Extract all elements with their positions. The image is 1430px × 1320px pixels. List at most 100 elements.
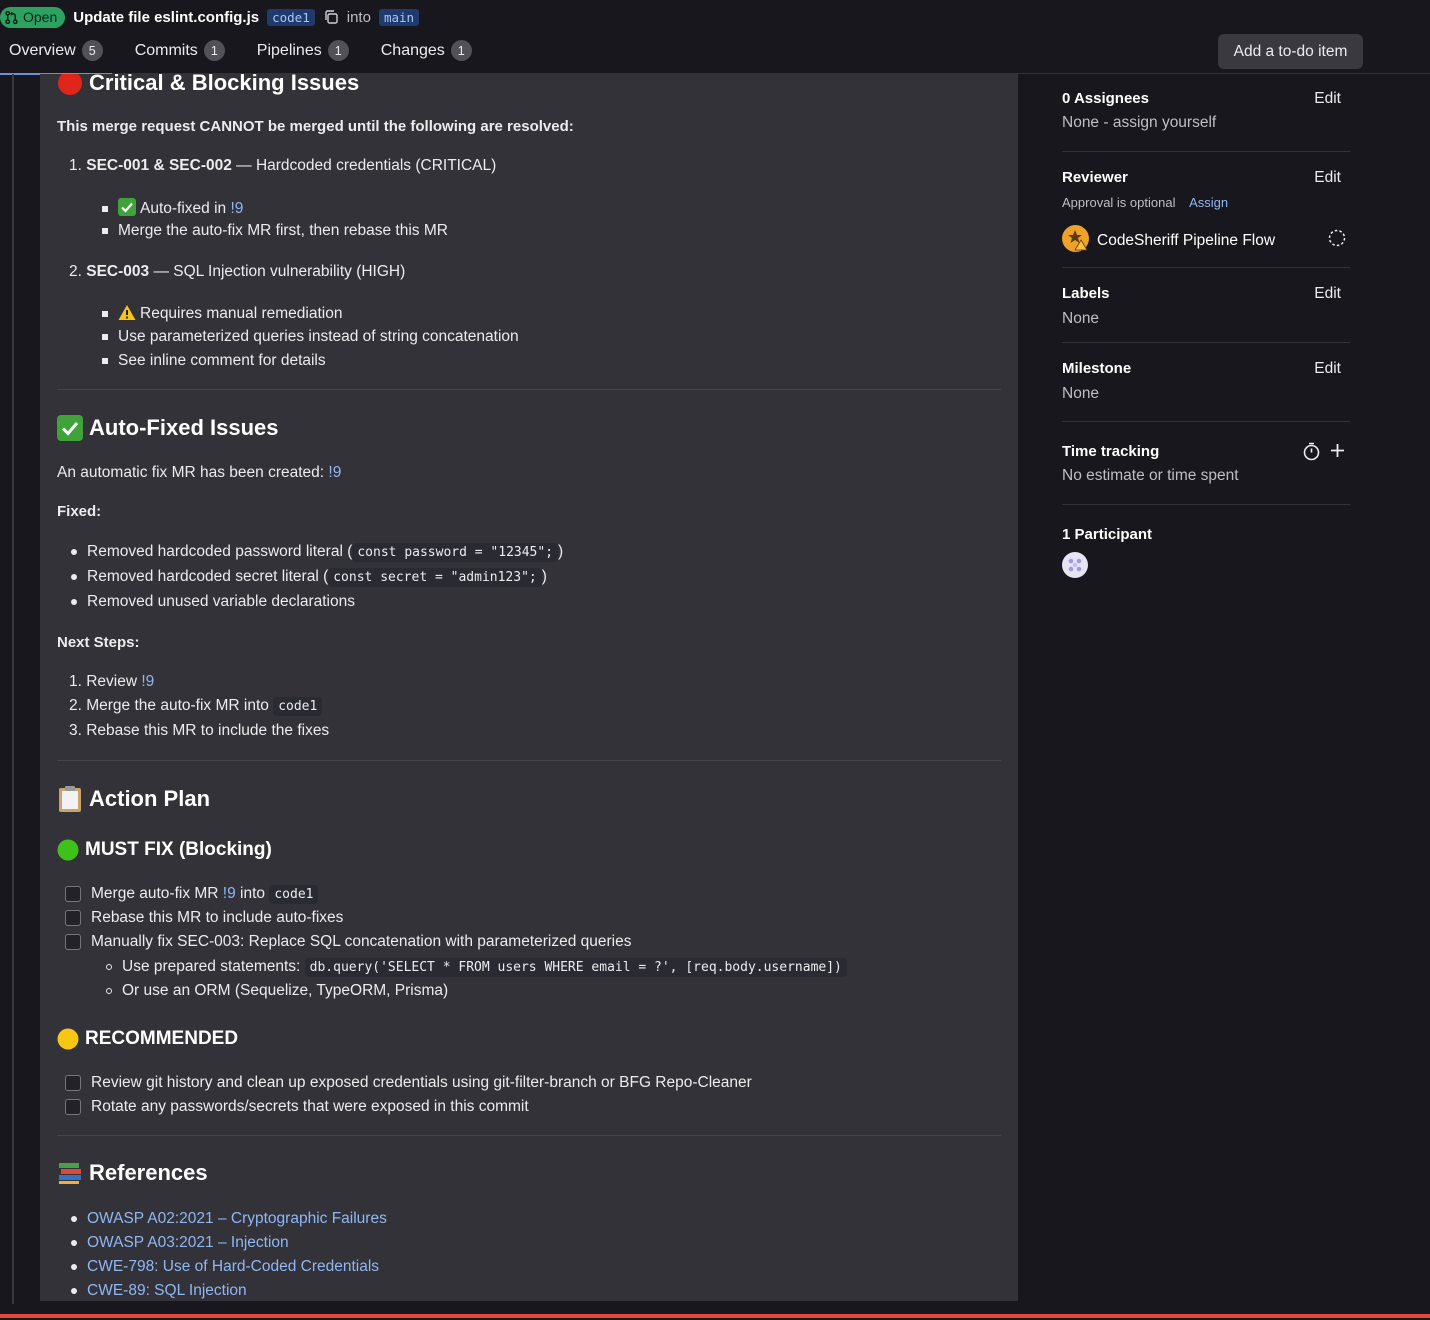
divider	[57, 389, 1001, 390]
participant-avatar[interactable]	[1062, 552, 1088, 583]
critical-heading: Critical & Blocking Issues	[57, 74, 359, 96]
assign-yourself-link[interactable]: None - assign yourself	[1062, 114, 1216, 132]
list-item: 3. Rebase this MR to include the fixes	[69, 722, 330, 739]
time-tracking-label: Time tracking	[1062, 443, 1160, 460]
task-checkbox[interactable]	[65, 885, 81, 902]
heading-text: RECOMMENDED	[85, 1028, 239, 1049]
milestone-value: None	[1062, 385, 1100, 402]
list-item: OWASP A02:2021 – Cryptographic Failures	[71, 1210, 387, 1228]
merge-request-icon	[5, 10, 18, 24]
item-text: Use prepared statements:	[122, 958, 305, 975]
mr-link[interactable]: !9	[223, 885, 236, 902]
intro-text: An automatic fix MR has been created:	[57, 464, 329, 481]
reference-link[interactable]: OWASP A02:2021 – Cryptographic Failures	[87, 1210, 387, 1227]
critical-intro: This merge request CANNOT be merged unti…	[57, 118, 574, 135]
reference-link[interactable]: CWE-798: Use of Hard-Coded Credentials	[87, 1258, 379, 1275]
check-mark-icon	[57, 415, 83, 441]
divider	[1062, 151, 1350, 152]
labels-edit-button[interactable]: Edit	[1314, 285, 1341, 303]
bullet	[71, 1263, 77, 1270]
bullet	[102, 227, 108, 234]
comment-body: Critical & Blocking Issues This merge re…	[40, 74, 1018, 1301]
green-circle-icon	[57, 839, 79, 861]
list-item: Removed hardcoded password literal (cons…	[71, 543, 564, 562]
item-text: Merge the auto-fix MR into	[86, 697, 274, 714]
list-item: CWE-89: SQL Injection	[71, 1282, 247, 1300]
heading-text: Critical & Blocking Issues	[89, 74, 360, 95]
inline-code: const secret = "admin123";	[328, 568, 542, 587]
task-checkbox[interactable]	[65, 933, 81, 950]
task-item: Rotate any passwords/secrets that were e…	[65, 1098, 529, 1116]
task-checkbox[interactable]	[65, 1074, 81, 1091]
reviewer-name: CodeSheriff Pipeline Flow	[1097, 232, 1276, 249]
status-text: Open	[23, 9, 58, 25]
item-text: See inline comment for details	[118, 352, 326, 369]
divider	[1062, 267, 1350, 268]
bullet	[102, 310, 108, 317]
heading-text: References	[89, 1160, 208, 1185]
task-item: Merge auto-fix MR !9 into code1	[65, 885, 319, 904]
assignees-label: 0 Assignees	[1062, 90, 1149, 107]
tab-count: 1	[327, 40, 349, 61]
issue-id: SEC-003	[86, 263, 150, 280]
heading-text: Auto-Fixed Issues	[89, 415, 279, 440]
item-text: Auto-fixed in	[140, 200, 231, 217]
item-text: Rebase this MR to include auto-fixes	[91, 909, 344, 926]
add-todo-button[interactable]: Add a to-do item	[1218, 34, 1363, 69]
task-checkbox[interactable]	[65, 1098, 81, 1115]
item-text: into	[235, 885, 270, 902]
clipboard-icon	[57, 785, 83, 813]
reviewer-edit-button[interactable]: Edit	[1314, 169, 1341, 187]
list-number: 2.	[69, 263, 82, 280]
item-text: Merge auto-fix MR	[91, 885, 223, 902]
stopwatch-icon[interactable]	[1302, 442, 1321, 466]
item-text: Or use an ORM (Sequelize, TypeORM, Prism…	[122, 982, 449, 999]
bullet	[71, 548, 77, 555]
reference-link[interactable]: OWASP A03:2021 – Injection	[87, 1234, 289, 1251]
list-item: Removed hardcoded secret literal (const …	[71, 568, 547, 587]
milestone-edit-button[interactable]: Edit	[1314, 360, 1341, 378]
mr-link[interactable]: !9	[141, 673, 154, 690]
source-branch[interactable]: code1	[267, 8, 315, 26]
labels-label: Labels	[1062, 285, 1110, 302]
mr-link[interactable]: !9	[328, 464, 341, 481]
task-checkbox[interactable]	[65, 909, 81, 926]
item-text: Merge the auto-fix MR first, then rebase…	[118, 222, 448, 239]
inline-code: const password = "12345";	[352, 543, 559, 562]
assign-reviewer-link[interactable]: Assign	[1189, 195, 1228, 210]
tab-count: 1	[450, 40, 472, 61]
mr-link[interactable]: !9	[230, 200, 243, 217]
status-badge: Open	[0, 6, 66, 28]
action-plan-heading: Action Plan	[57, 785, 210, 813]
copy-icon[interactable]	[323, 9, 339, 25]
list-item: Requires manual remediation	[102, 304, 342, 323]
autofixed-intro: An automatic fix MR has been created: !9	[57, 464, 341, 482]
mr-tabs: Overview 5 Commits 1 Pipelines 1 Changes…	[0, 36, 495, 75]
list-item: 1. Review !9	[69, 673, 155, 690]
tab-pipelines[interactable]: Pipelines 1	[248, 36, 358, 73]
tab-overview[interactable]: Overview 5	[0, 36, 112, 75]
target-branch[interactable]: main	[378, 8, 420, 26]
add-time-icon[interactable]	[1329, 442, 1346, 464]
tab-commits[interactable]: Commits 1	[126, 36, 234, 73]
item-text: Rebase this MR to include the fixes	[86, 722, 330, 739]
tab-label: Changes	[380, 41, 445, 59]
list-item: Use parameterized queries instead of str…	[102, 328, 519, 346]
bullet	[71, 1215, 77, 1222]
inline-code: code1	[269, 885, 319, 904]
labels-value: None	[1062, 310, 1100, 327]
reference-link[interactable]: CWE-89: SQL Injection	[87, 1282, 247, 1299]
list-item: 2. SEC-003 — SQL Injection vulnerability…	[69, 263, 405, 281]
tab-changes[interactable]: Changes 1	[372, 36, 481, 73]
reviewer-row[interactable]: CodeSheriff Pipeline Flow	[1062, 225, 1275, 257]
list-item: 2. Merge the auto-fix MR into code1	[69, 697, 323, 716]
item-text: )	[558, 543, 564, 560]
divider	[1062, 504, 1350, 505]
timeline-rail	[12, 74, 14, 1304]
divider	[1062, 342, 1350, 343]
time-tracking-value: No estimate or time spent	[1062, 467, 1239, 484]
list-number: 1.	[69, 157, 82, 174]
assignees-edit-button[interactable]: Edit	[1314, 90, 1341, 108]
task-item: Rebase this MR to include auto-fixes	[65, 909, 343, 927]
fixed-label: Fixed:	[57, 503, 102, 520]
